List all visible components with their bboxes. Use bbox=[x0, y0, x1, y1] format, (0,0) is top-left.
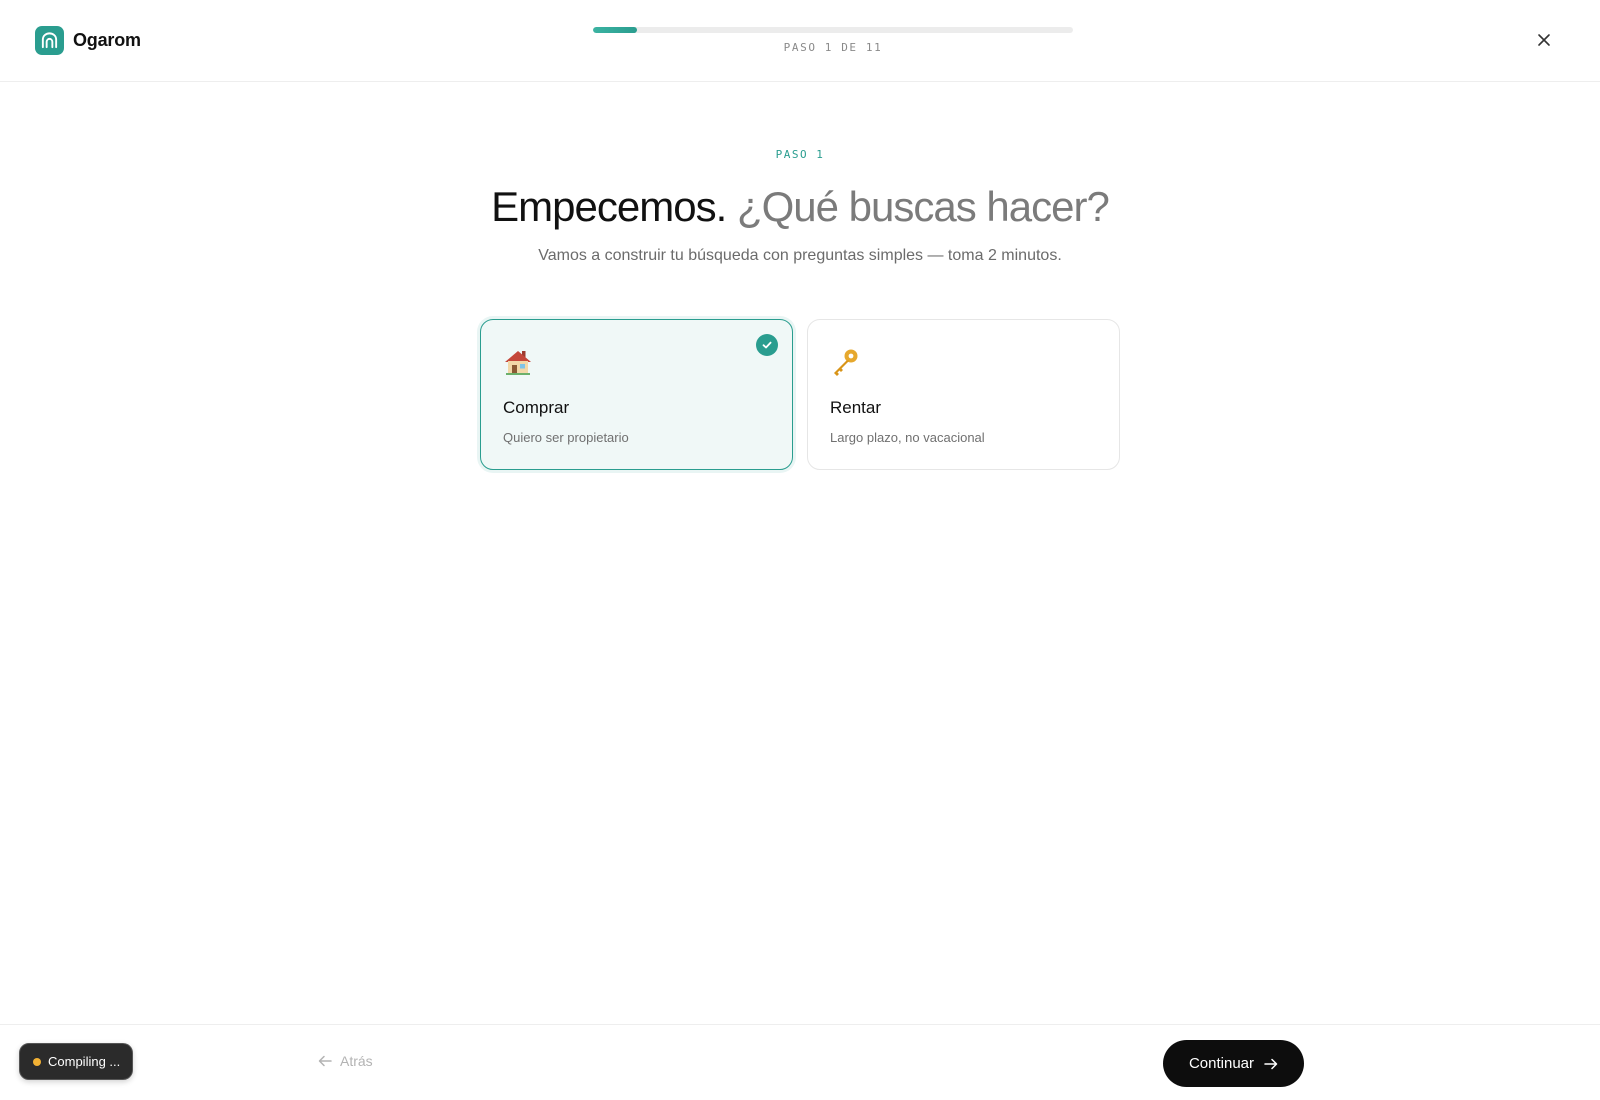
house-icon bbox=[503, 347, 533, 377]
top-bar: Ogarom PASO 1 DE 11 bbox=[0, 0, 1600, 82]
back-label: Atrás bbox=[340, 1053, 373, 1069]
brand-name: Ogarom bbox=[73, 30, 141, 50]
progress-fill bbox=[593, 27, 637, 33]
logo-house-icon bbox=[35, 26, 64, 55]
title-soft: ¿Qué buscas hacer? bbox=[736, 183, 1110, 230]
progress-track bbox=[593, 27, 1073, 33]
progress-label: PASO 1 DE 11 bbox=[783, 41, 883, 54]
brand-logo[interactable]: Ogarom bbox=[35, 26, 141, 55]
continue-label: Continuar bbox=[1188, 1055, 1255, 1072]
option-description: Quiero ser propietario bbox=[503, 430, 629, 445]
bottom-bar: Compiling ... Atrás Continuar bbox=[0, 1024, 1600, 1100]
continue-button[interactable]: Continuar bbox=[1163, 1040, 1304, 1087]
option-card-comprar[interactable]: Comprar Quiero ser propietario bbox=[480, 319, 793, 470]
close-button[interactable] bbox=[1532, 28, 1556, 52]
close-icon bbox=[1538, 34, 1550, 46]
status-dot-icon bbox=[33, 1057, 41, 1066]
option-description: Largo plazo, no vacacional bbox=[830, 430, 985, 445]
option-card-rentar[interactable]: Rentar Largo plazo, no vacacional bbox=[807, 319, 1120, 470]
page-title: Empecemos. ¿Qué buscas hacer? bbox=[0, 180, 1600, 234]
title-strong: Empecemos. bbox=[491, 183, 727, 230]
step-progress: PASO 1 DE 11 bbox=[593, 27, 1073, 54]
option-title: Comprar bbox=[503, 398, 570, 417]
selected-check-icon bbox=[756, 334, 778, 356]
step-eyebrow: PASO 1 bbox=[775, 148, 825, 161]
arrow-right-icon bbox=[1264, 1058, 1278, 1069]
intent-options: Comprar Quiero ser propietario Rentar La… bbox=[480, 319, 1120, 471]
key-icon bbox=[830, 347, 860, 377]
page-subtitle: Vamos a construir tu búsqueda con pregun… bbox=[538, 247, 1062, 264]
status-label: Compiling ... bbox=[48, 1054, 121, 1069]
compiling-status-badge[interactable]: Compiling ... bbox=[19, 1043, 134, 1080]
option-title: Rentar bbox=[830, 398, 882, 417]
back-button[interactable]: Atrás bbox=[318, 1053, 373, 1069]
arrow-left-icon bbox=[318, 1055, 332, 1067]
